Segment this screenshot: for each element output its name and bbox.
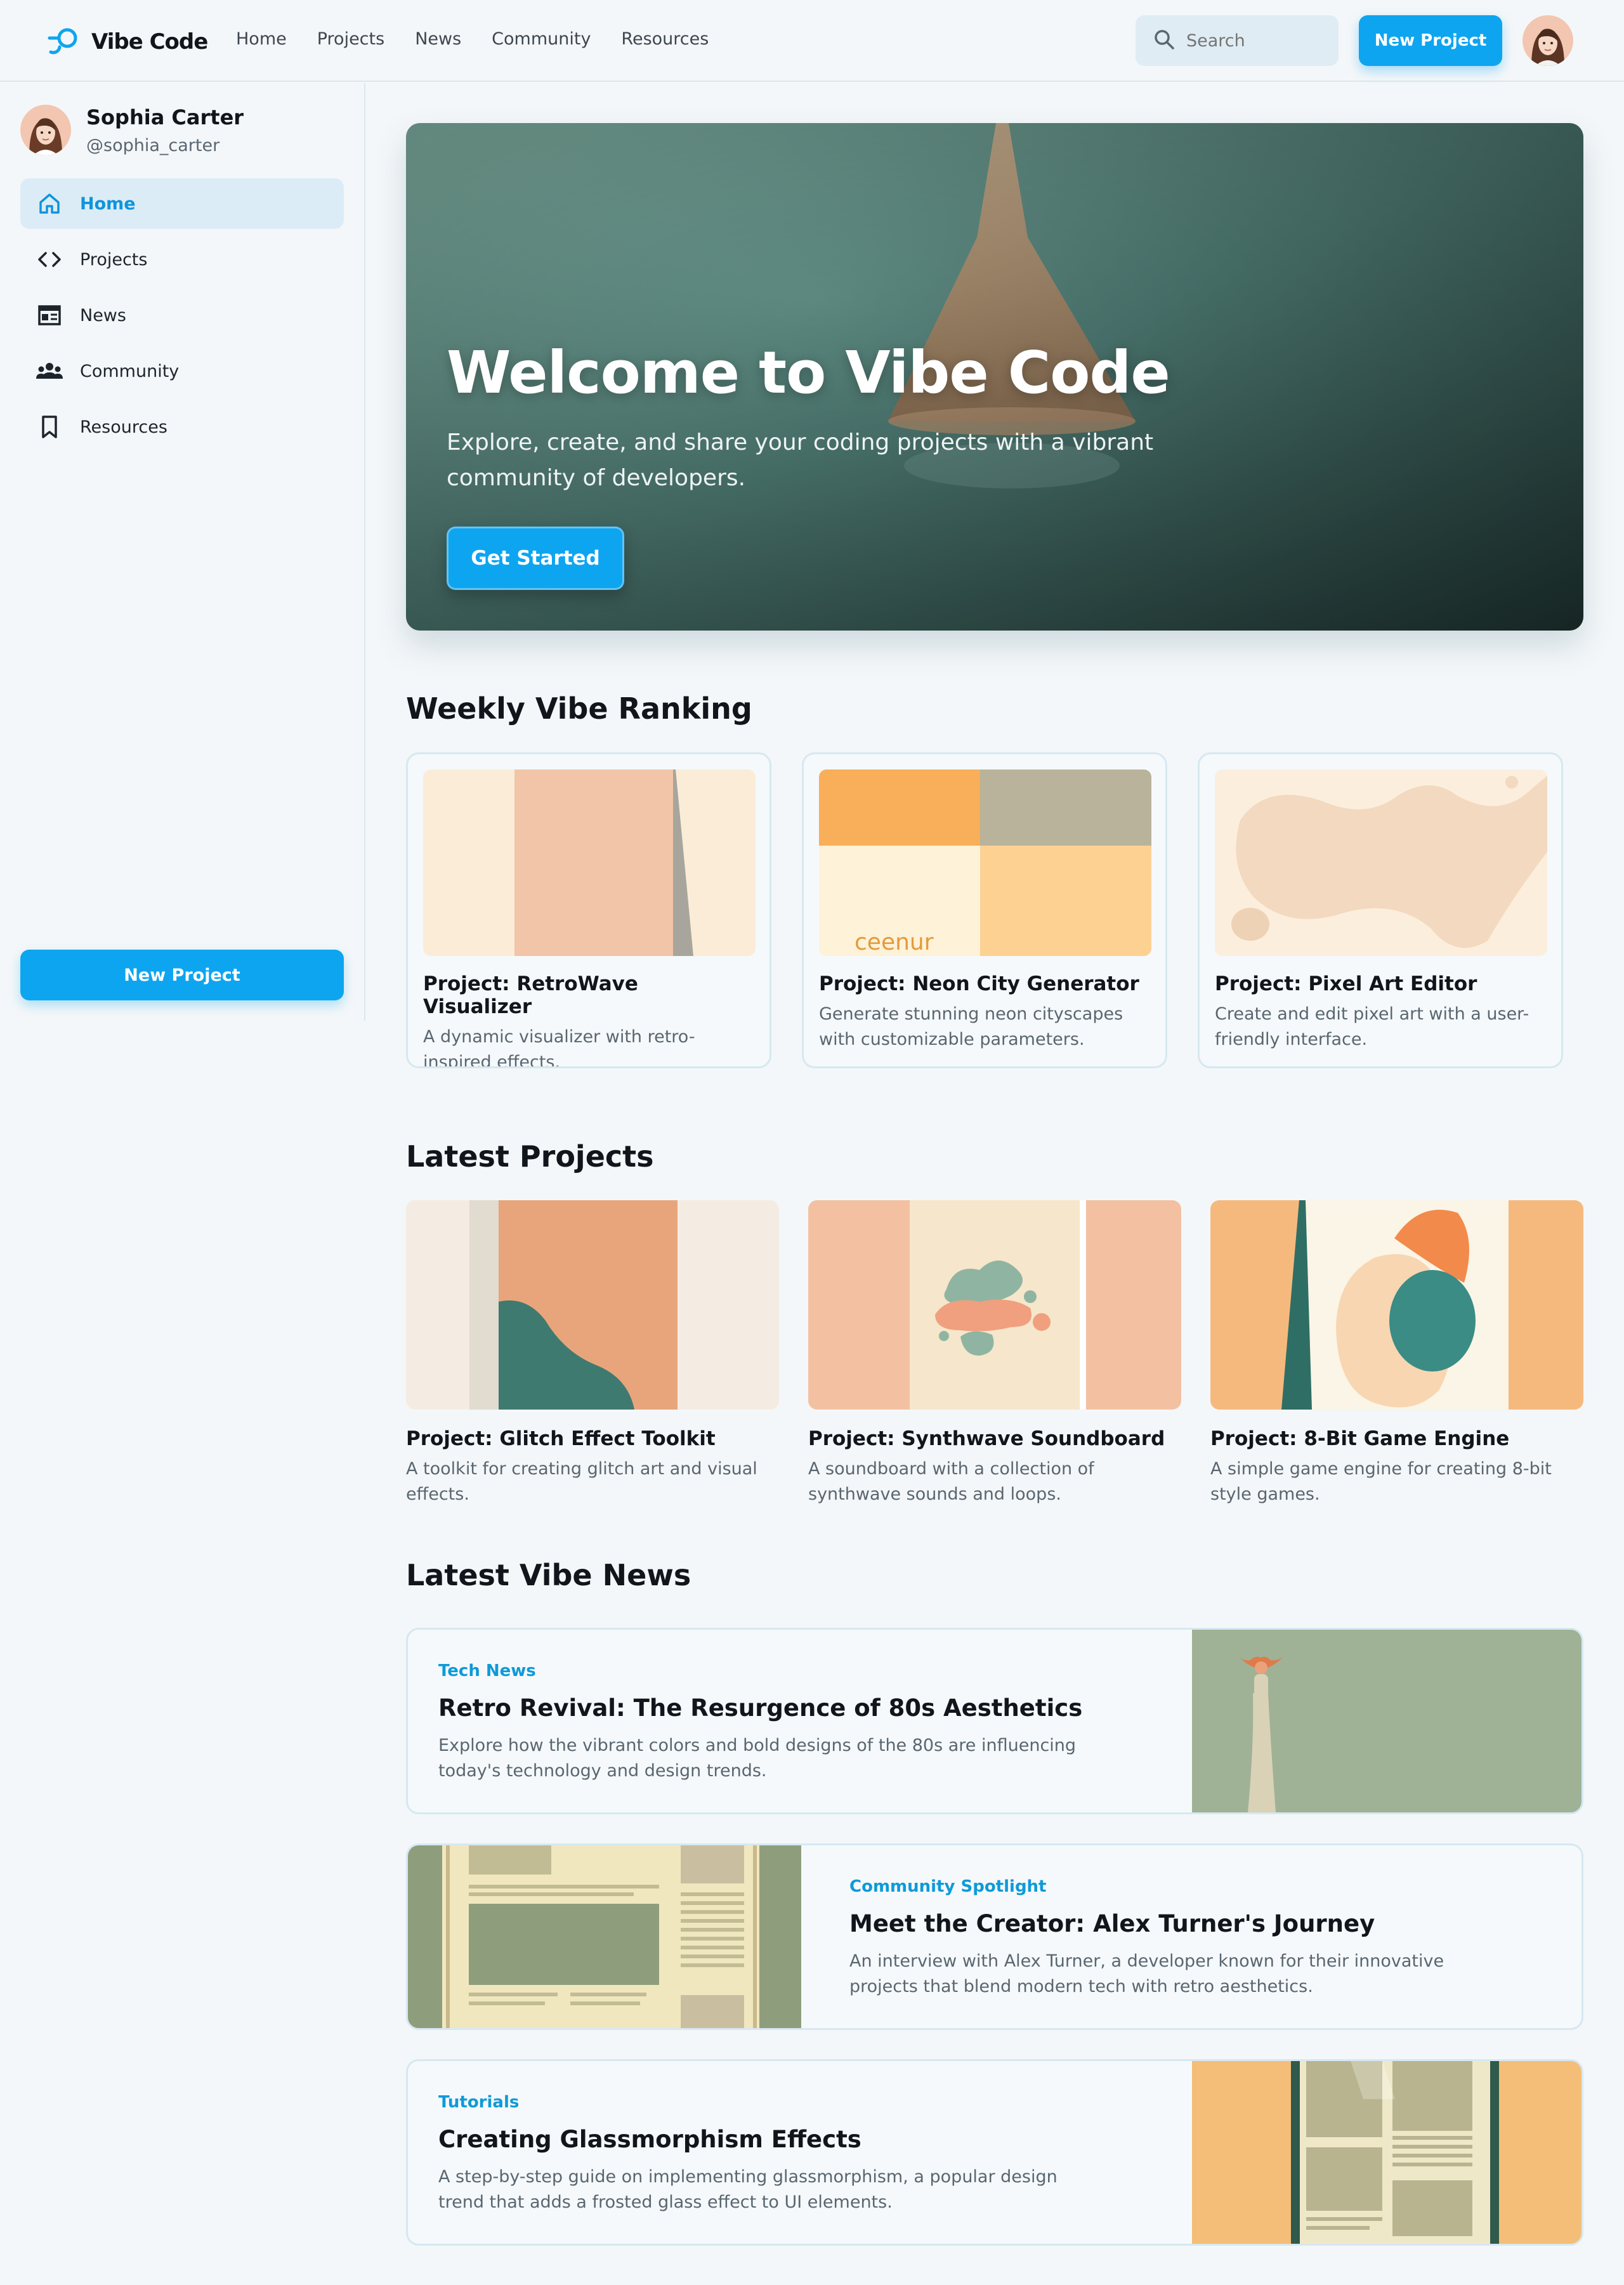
card-description: A soundboard with a collection of synthw… [808, 1459, 1094, 1504]
nav-home[interactable]: Home [236, 29, 287, 49]
card-title: Project: Neon City Generator [819, 972, 1139, 995]
user-profile[interactable]: Sophia Carter @sophia_carter [20, 105, 244, 155]
project-card[interactable]: Project: Glitch Effect Toolkit A toolkit… [406, 1200, 779, 1517]
user-name: Sophia Carter [86, 105, 244, 129]
news-category: Tech News [438, 1661, 536, 1680]
news-description: A step-by-step guide on implementing gla… [438, 2167, 1058, 2212]
nav-news[interactable]: News [415, 29, 461, 49]
sidebar-item-label: Resources [80, 417, 167, 437]
news-image [408, 1845, 801, 2028]
news-image [1192, 2061, 1581, 2244]
project-card-image [406, 1200, 779, 1410]
sidebar-item-home[interactable]: Home [20, 178, 344, 229]
news-description: Explore how the vibrant colors and bold … [438, 1736, 1077, 1781]
search-icon [1153, 29, 1175, 53]
card-title: Project: Glitch Effect Toolkit [406, 1427, 716, 1450]
app-logo[interactable]: Vibe Code [47, 24, 208, 60]
sidebar: Sophia Carter @sophia_carter Home Projec… [0, 83, 365, 1021]
weekly-ranking-heading: Weekly Vibe Ranking [406, 691, 752, 726]
logo-icon [47, 24, 80, 60]
search-input[interactable] [1186, 30, 1332, 51]
sidebar-item-label: Community [80, 361, 180, 381]
ranking-card[interactable]: Project: RetroWave Visualizer A dynamic … [406, 752, 771, 1068]
nav-projects[interactable]: Projects [317, 29, 384, 49]
card-description: A dynamic visualizer with retro-inspired… [423, 1027, 695, 1068]
nav-community[interactable]: Community [492, 29, 591, 49]
card-title: Project: Synthwave Soundboard [808, 1427, 1165, 1450]
project-card[interactable]: Project: Synthwave Soundboard A soundboa… [808, 1200, 1181, 1517]
news-description: An interview with Alex Turner, a develop… [849, 1951, 1444, 1996]
news-category: Tutorials [438, 2093, 520, 2112]
nav-resources[interactable]: Resources [621, 29, 709, 49]
sidebar-item-label: News [80, 305, 126, 325]
ranking-card-image: ceenur [819, 769, 1151, 956]
image-text: ceenur [855, 929, 934, 955]
search-box[interactable] [1136, 15, 1339, 66]
ranking-card[interactable]: ceenur Project: Neon City Generator Gene… [802, 752, 1167, 1068]
sidebar-menu: Home Projects News Community Resources [20, 178, 344, 457]
project-card[interactable]: Project: 8-Bit Game Engine A simple game… [1210, 1200, 1583, 1517]
sidebar-new-project-button[interactable]: New Project [20, 950, 344, 1000]
project-card-image [1210, 1200, 1583, 1410]
ranking-card-image [1215, 769, 1547, 956]
get-started-button[interactable]: Get Started [447, 527, 624, 590]
sidebar-item-label: Projects [80, 249, 148, 270]
sidebar-item-news[interactable]: News [20, 290, 344, 341]
news-title: Retro Revival: The Resurgence of 80s Aes… [438, 1694, 1083, 1722]
newspaper-icon [36, 301, 63, 329]
header-new-project-button[interactable]: New Project [1359, 15, 1502, 66]
news-category: Community Spotlight [849, 1877, 1047, 1896]
people-icon [36, 357, 63, 385]
news-title: Meet the Creator: Alex Turner's Journey [849, 1910, 1375, 1937]
code-icon [36, 246, 63, 273]
user-handle: @sophia_carter [86, 135, 220, 155]
bookmark-icon [36, 413, 63, 441]
card-title: Project: Pixel Art Editor [1215, 972, 1477, 995]
card-title: Project: RetroWave Visualizer [423, 972, 638, 1018]
card-title: Project: 8-Bit Game Engine [1210, 1427, 1510, 1450]
sidebar-item-label: Home [80, 193, 136, 214]
project-card-image [808, 1200, 1181, 1410]
app-name: Vibe Code [91, 29, 208, 55]
sidebar-item-projects[interactable]: Projects [20, 234, 344, 285]
latest-news-heading: Latest Vibe News [406, 1558, 691, 1592]
sidebar-item-resources[interactable]: Resources [20, 402, 344, 452]
hero-banner: Welcome to Vibe Code Explore, create, an… [406, 123, 1583, 631]
news-image [1192, 1630, 1581, 1812]
hero-title: Welcome to Vibe Code [447, 339, 1170, 407]
news-card[interactable]: Tech News Retro Revival: The Resurgence … [406, 1628, 1583, 1814]
home-icon [36, 190, 63, 218]
ranking-card[interactable]: Project: Pixel Art Editor Create and edi… [1198, 752, 1563, 1068]
ranking-card-image [423, 769, 756, 956]
card-description: A toolkit for creating glitch art and vi… [406, 1459, 757, 1504]
news-title: Creating Glassmorphism Effects [438, 2126, 861, 2153]
top-nav: Home Projects News Community Resources [236, 29, 739, 49]
card-description: Create and edit pixel art with a user-fr… [1215, 1004, 1529, 1049]
header-avatar[interactable] [1522, 15, 1573, 66]
card-description: Generate stunning neon cityscapes with c… [819, 1004, 1123, 1049]
sidebar-item-community[interactable]: Community [20, 346, 344, 396]
hero-subtitle: Explore, create, and share your coding p… [447, 429, 1154, 491]
news-card[interactable]: Community Spotlight Meet the Creator: Al… [406, 1843, 1583, 2030]
avatar [20, 105, 71, 155]
top-navigation-bar: Vibe Code Home Projects News Community R… [0, 0, 1624, 82]
news-card[interactable]: Tutorials Creating Glassmorphism Effects… [406, 2059, 1583, 2246]
latest-projects-heading: Latest Projects [406, 1139, 654, 1174]
card-description: A simple game engine for creating 8-bit … [1210, 1459, 1552, 1504]
